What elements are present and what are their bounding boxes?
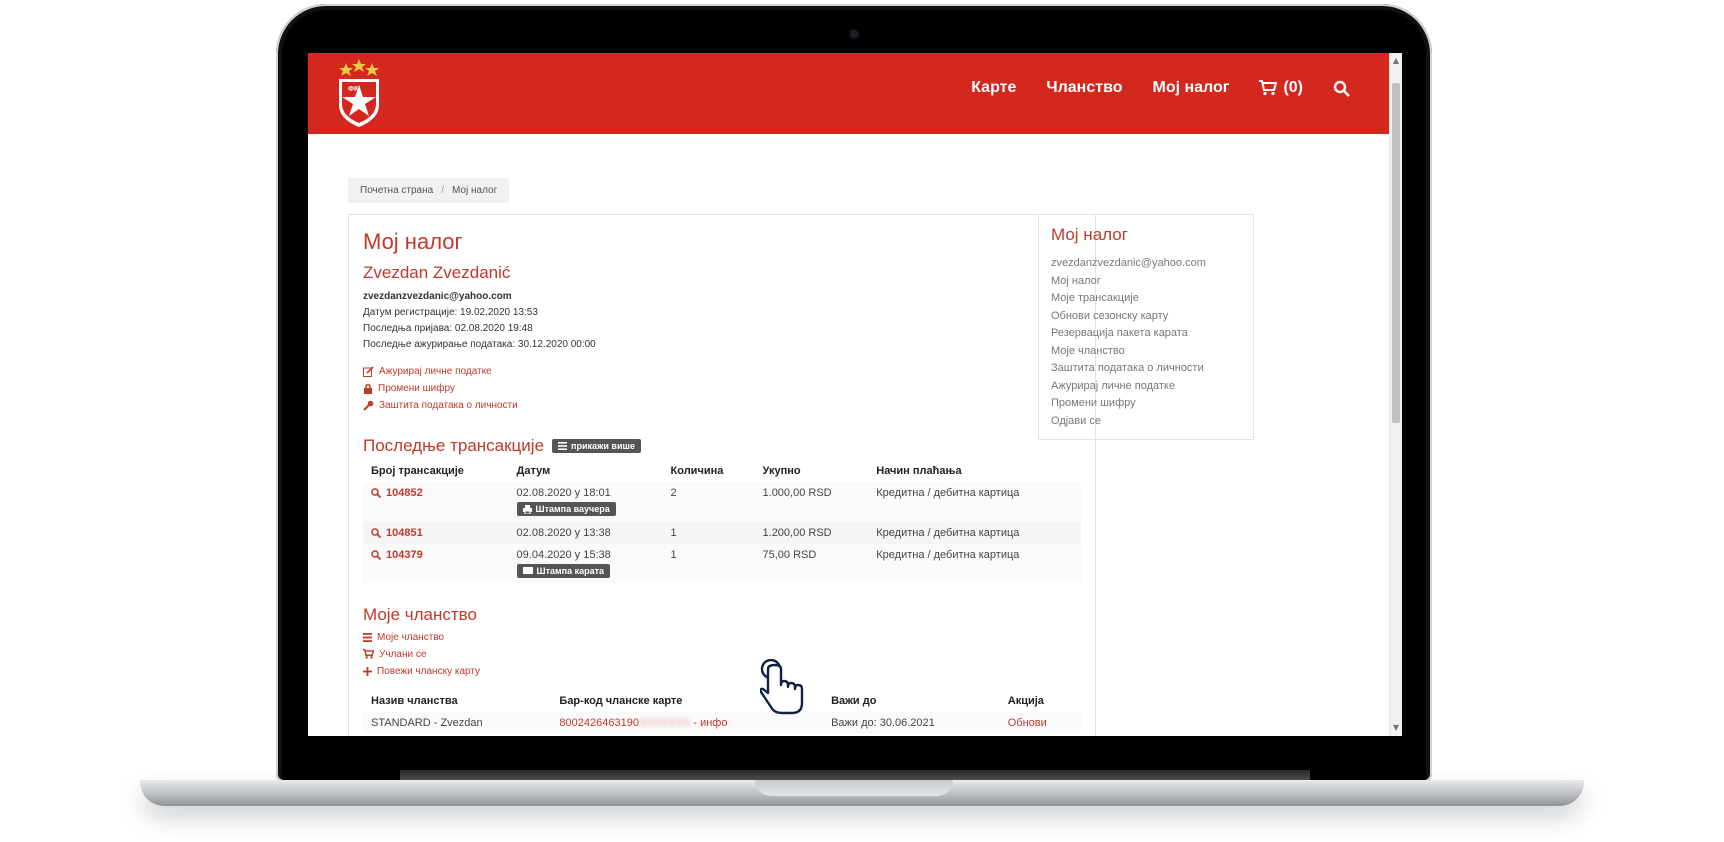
account-links: Ажурирај личне податке Промени шифру Заш… [363,363,1081,414]
update-personal-data-link[interactable]: Ажурирај личне податке [363,363,1081,380]
sidebar-item-change-password[interactable]: Промени шифру [1051,395,1241,413]
club-logo-icon[interactable]: ФК [336,57,382,129]
col-date: Датум [516,465,551,477]
data-protection-link[interactable]: Заштита података о личности [363,397,1081,414]
transaction-link[interactable]: 104852 [371,487,501,499]
webcam [850,30,858,38]
registered-date: Датум регистрације: 19.02.2020 13:53 [363,307,538,318]
table-row: 104851 02.08.2020 у 13:38 1 1.200,00 RSD… [363,521,1081,544]
membership-links: Моје чланство Учлани се Повежи чланску к… [363,629,1081,680]
breadcrumb-home[interactable]: Почетна страна [360,185,433,196]
scroll-up-arrow-icon[interactable]: ▲ [1390,55,1402,67]
col-quantity: Количина [670,465,724,477]
print-voucher-button[interactable]: Штампа ваучера [516,502,616,516]
breadcrumb: Почетна страна / Мој налог [348,178,510,203]
list-icon [558,442,568,450]
col-membership-name: Назив чланства [371,694,458,707]
show-more-button[interactable]: прикажи више [552,439,641,453]
svg-text:ФК: ФК [348,86,359,93]
transaction-link[interactable]: 104851 [371,527,501,539]
sidebar-title: Мој налог [1051,225,1128,244]
search-icon[interactable] [1333,80,1350,97]
site-header: ФК Карте Чланство Мој налог (0) [308,53,1390,134]
cart-icon [363,649,374,659]
membership-table: Назив чланства Бар-код чланске карте Важ… [363,690,1081,734]
account-sidebar: Мој налог zvezdanzvezdanic@yahoo.com Мој… [1038,214,1254,440]
cart-icon [1259,80,1278,96]
change-password-link[interactable]: Промени шифру [363,380,1081,397]
sidebar-item-update-data[interactable]: Ажурирај личне податке [1051,378,1241,396]
edit-icon [363,366,374,377]
table-row: 104852 02.08.2020 у 18:01 Штампа ваучера … [363,482,1081,522]
sidebar-item-email: zvezdanzvezdanic@yahoo.com [1051,257,1206,269]
transactions-title: Последње трансакције прикажи више [363,436,1081,456]
plus-icon [363,666,372,676]
membership-name: STANDARD - Zvezdan [363,711,552,734]
valid-until: Важи до: 30.06.2021 [823,711,1000,734]
join-link[interactable]: Учлани се [363,646,1081,663]
hand-pointer-icon [760,659,804,715]
search-icon [371,488,381,498]
my-membership-link[interactable]: Моје чланство [363,629,1081,646]
membership-title: Моје чланство [363,604,477,624]
scroll-thumb[interactable] [1392,83,1400,423]
search-icon [371,527,381,538]
nav-membership[interactable]: Чланство [1046,79,1122,97]
transaction-link[interactable]: 104379 [371,549,501,561]
last-update: Последње ажурирање података: 30.12.2020 … [363,339,596,350]
link-member-card-link[interactable]: Повежи чланску карту [363,663,1081,680]
sidebar-item-renew-season[interactable]: Обнови сезонску карту [1051,308,1241,326]
cart-count: (0) [1283,79,1303,96]
vertical-scrollbar[interactable]: ▲ ▼ [1389,53,1402,736]
col-transaction-id: Број трансакције [371,465,464,477]
transactions-table: Број трансакције Датум Количина Укупно Н… [363,460,1081,583]
col-total: Укупно [762,465,801,477]
laptop-notch [755,780,953,796]
cart-link[interactable]: (0) [1259,79,1303,97]
sidebar-item-data-protection[interactable]: Заштита података о личности [1051,360,1241,378]
sidebar-item-membership[interactable]: Моје чланство [1051,343,1241,361]
print-icon [522,504,532,514]
table-row: 104379 09.04.2020 у 15:38 Штампа карата 1… [363,543,1081,583]
nav-my-account[interactable]: Мој налог [1152,79,1229,97]
table-row: STANDARD - Zvezdan 8002426463190XXXXXXX … [363,711,1081,734]
user-name: Zvezdan Zvezdanić [363,263,511,282]
nav-tickets[interactable]: Карте [971,79,1016,97]
col-payment: Начин плаћања [876,465,962,477]
search-icon [371,549,381,560]
sidebar-item-account[interactable]: Мој налог [1051,273,1241,291]
ticket-icon [522,567,533,574]
key-icon [363,400,374,411]
col-valid-until: Важи до [831,694,877,707]
list-icon [363,632,372,642]
browser-screen: ФК Карте Чланство Мој налог (0) Почетна … [308,53,1402,736]
col-action: Акција [1007,694,1044,707]
sidebar-item-logout[interactable]: Одјави се [1051,413,1241,431]
print-tickets-button[interactable]: Штампа карата [516,563,611,578]
user-email: zvezdanzvezdanic@yahoo.com [363,291,512,302]
lock-icon [364,383,372,394]
renew-link[interactable]: Обнови [999,711,1081,734]
sidebar-item-reservation[interactable]: Резервација пакета карата [1051,325,1241,343]
main-nav: Карте Чланство Мој налог (0) [971,79,1350,97]
scroll-down-arrow-icon[interactable]: ▼ [1390,722,1402,734]
account-panel: Мој налог Zvezdan Zvezdanić zvezdanzvezd… [348,214,1096,736]
page-title: Мој налог [363,229,463,254]
breadcrumb-current: Мој налог [451,185,498,196]
sidebar-item-transactions[interactable]: Моје трансакције [1051,290,1241,308]
last-login: Последња пријава: 02.08.2020 19:48 [363,323,533,334]
account-info: zvezdanzvezdanic@yahoo.com Датум регистр… [363,289,1081,353]
barcode-hidden: XXXXXXX [638,716,691,729]
